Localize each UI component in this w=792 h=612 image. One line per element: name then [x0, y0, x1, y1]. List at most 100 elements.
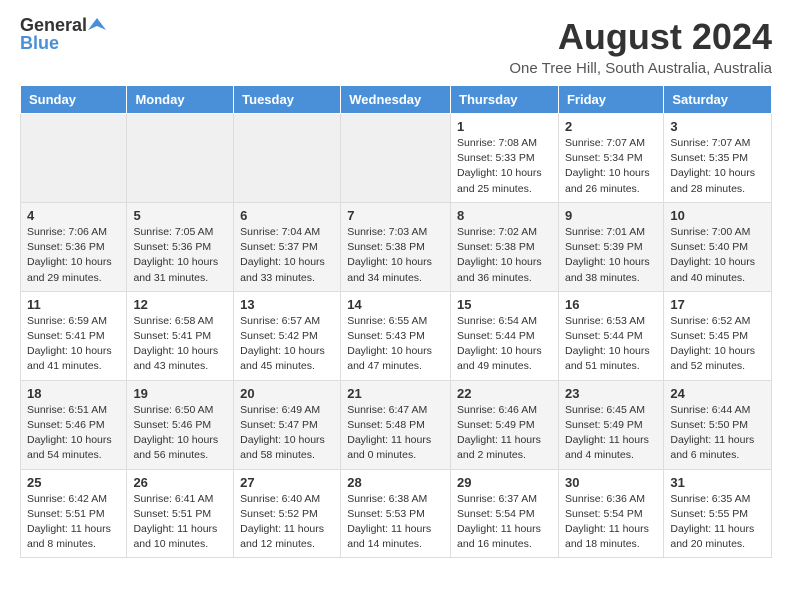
day-detail: Sunrise: 6:47 AMSunset: 5:48 PMDaylight:…: [347, 403, 444, 464]
day-detail: Sunrise: 7:05 AMSunset: 5:36 PMDaylight:…: [133, 225, 227, 286]
table-row: 20 Sunrise: 6:49 AMSunset: 5:47 PMDaylig…: [234, 380, 341, 469]
day-number: 3: [670, 119, 765, 134]
day-number: 9: [565, 208, 657, 223]
calendar-week-row: 4 Sunrise: 7:06 AMSunset: 5:36 PMDayligh…: [21, 202, 772, 291]
location-subtitle: One Tree Hill, South Australia, Australi…: [509, 60, 772, 77]
table-row: 29 Sunrise: 6:37 AMSunset: 5:54 PMDaylig…: [451, 469, 559, 558]
day-detail: Sunrise: 7:01 AMSunset: 5:39 PMDaylight:…: [565, 225, 657, 286]
day-number: 14: [347, 297, 444, 312]
table-row: 26 Sunrise: 6:41 AMSunset: 5:51 PMDaylig…: [127, 469, 234, 558]
day-detail: Sunrise: 7:07 AMSunset: 5:35 PMDaylight:…: [670, 136, 765, 197]
day-number: 7: [347, 208, 444, 223]
logo-bird-icon: [88, 16, 106, 34]
day-detail: Sunrise: 7:04 AMSunset: 5:37 PMDaylight:…: [240, 225, 334, 286]
day-detail: Sunrise: 6:52 AMSunset: 5:45 PMDaylight:…: [670, 314, 765, 375]
day-number: 19: [133, 386, 227, 401]
day-detail: Sunrise: 6:58 AMSunset: 5:41 PMDaylight:…: [133, 314, 227, 375]
col-friday: Friday: [558, 86, 663, 114]
day-detail: Sunrise: 6:36 AMSunset: 5:54 PMDaylight:…: [565, 492, 657, 553]
logo: General Blue: [20, 16, 106, 52]
col-sunday: Sunday: [21, 86, 127, 114]
table-row: 5 Sunrise: 7:05 AMSunset: 5:36 PMDayligh…: [127, 202, 234, 291]
calendar-week-row: 1 Sunrise: 7:08 AMSunset: 5:33 PMDayligh…: [21, 114, 772, 203]
calendar-week-row: 18 Sunrise: 6:51 AMSunset: 5:46 PMDaylig…: [21, 380, 772, 469]
calendar-header-row: Sunday Monday Tuesday Wednesday Thursday…: [21, 86, 772, 114]
day-number: 10: [670, 208, 765, 223]
day-number: 12: [133, 297, 227, 312]
day-detail: Sunrise: 6:54 AMSunset: 5:44 PMDaylight:…: [457, 314, 552, 375]
day-number: 11: [27, 297, 120, 312]
calendar-week-row: 25 Sunrise: 6:42 AMSunset: 5:51 PMDaylig…: [21, 469, 772, 558]
table-row: [341, 114, 451, 203]
table-row: 17 Sunrise: 6:52 AMSunset: 5:45 PMDaylig…: [664, 291, 772, 380]
day-detail: Sunrise: 7:06 AMSunset: 5:36 PMDaylight:…: [27, 225, 120, 286]
day-number: 28: [347, 475, 444, 490]
day-detail: Sunrise: 6:38 AMSunset: 5:53 PMDaylight:…: [347, 492, 444, 553]
day-detail: Sunrise: 6:40 AMSunset: 5:52 PMDaylight:…: [240, 492, 334, 553]
table-row: 18 Sunrise: 6:51 AMSunset: 5:46 PMDaylig…: [21, 380, 127, 469]
day-number: 5: [133, 208, 227, 223]
table-row: 3 Sunrise: 7:07 AMSunset: 5:35 PMDayligh…: [664, 114, 772, 203]
table-row: 1 Sunrise: 7:08 AMSunset: 5:33 PMDayligh…: [451, 114, 559, 203]
day-number: 26: [133, 475, 227, 490]
table-row: 12 Sunrise: 6:58 AMSunset: 5:41 PMDaylig…: [127, 291, 234, 380]
day-number: 27: [240, 475, 334, 490]
table-row: 16 Sunrise: 6:53 AMSunset: 5:44 PMDaylig…: [558, 291, 663, 380]
col-wednesday: Wednesday: [341, 86, 451, 114]
day-number: 23: [565, 386, 657, 401]
title-section: August 2024 One Tree Hill, South Austral…: [509, 16, 772, 77]
table-row: 27 Sunrise: 6:40 AMSunset: 5:52 PMDaylig…: [234, 469, 341, 558]
day-detail: Sunrise: 7:02 AMSunset: 5:38 PMDaylight:…: [457, 225, 552, 286]
month-year-title: August 2024: [509, 16, 772, 58]
table-row: [127, 114, 234, 203]
table-row: 8 Sunrise: 7:02 AMSunset: 5:38 PMDayligh…: [451, 202, 559, 291]
day-number: 25: [27, 475, 120, 490]
day-detail: Sunrise: 6:41 AMSunset: 5:51 PMDaylight:…: [133, 492, 227, 553]
table-row: 24 Sunrise: 6:44 AMSunset: 5:50 PMDaylig…: [664, 380, 772, 469]
day-detail: Sunrise: 7:08 AMSunset: 5:33 PMDaylight:…: [457, 136, 552, 197]
day-detail: Sunrise: 6:37 AMSunset: 5:54 PMDaylight:…: [457, 492, 552, 553]
table-row: 14 Sunrise: 6:55 AMSunset: 5:43 PMDaylig…: [341, 291, 451, 380]
day-detail: Sunrise: 6:42 AMSunset: 5:51 PMDaylight:…: [27, 492, 120, 553]
day-number: 20: [240, 386, 334, 401]
calendar-week-row: 11 Sunrise: 6:59 AMSunset: 5:41 PMDaylig…: [21, 291, 772, 380]
col-monday: Monday: [127, 86, 234, 114]
day-detail: Sunrise: 6:55 AMSunset: 5:43 PMDaylight:…: [347, 314, 444, 375]
day-number: 13: [240, 297, 334, 312]
day-detail: Sunrise: 6:45 AMSunset: 5:49 PMDaylight:…: [565, 403, 657, 464]
day-number: 2: [565, 119, 657, 134]
table-row: 31 Sunrise: 6:35 AMSunset: 5:55 PMDaylig…: [664, 469, 772, 558]
table-row: 21 Sunrise: 6:47 AMSunset: 5:48 PMDaylig…: [341, 380, 451, 469]
page-header: General Blue August 2024 One Tree Hill, …: [20, 16, 772, 77]
day-detail: Sunrise: 6:35 AMSunset: 5:55 PMDaylight:…: [670, 492, 765, 553]
logo-blue-text: Blue: [20, 34, 106, 52]
day-number: 15: [457, 297, 552, 312]
table-row: 30 Sunrise: 6:36 AMSunset: 5:54 PMDaylig…: [558, 469, 663, 558]
day-detail: Sunrise: 6:46 AMSunset: 5:49 PMDaylight:…: [457, 403, 552, 464]
day-detail: Sunrise: 6:49 AMSunset: 5:47 PMDaylight:…: [240, 403, 334, 464]
table-row: 28 Sunrise: 6:38 AMSunset: 5:53 PMDaylig…: [341, 469, 451, 558]
calendar-table: Sunday Monday Tuesday Wednesday Thursday…: [20, 85, 772, 558]
day-detail: Sunrise: 6:50 AMSunset: 5:46 PMDaylight:…: [133, 403, 227, 464]
day-detail: Sunrise: 7:03 AMSunset: 5:38 PMDaylight:…: [347, 225, 444, 286]
day-number: 4: [27, 208, 120, 223]
col-thursday: Thursday: [451, 86, 559, 114]
table-row: 15 Sunrise: 6:54 AMSunset: 5:44 PMDaylig…: [451, 291, 559, 380]
col-saturday: Saturday: [664, 86, 772, 114]
table-row: 6 Sunrise: 7:04 AMSunset: 5:37 PMDayligh…: [234, 202, 341, 291]
table-row: 19 Sunrise: 6:50 AMSunset: 5:46 PMDaylig…: [127, 380, 234, 469]
day-number: 8: [457, 208, 552, 223]
day-number: 6: [240, 208, 334, 223]
day-detail: Sunrise: 7:00 AMSunset: 5:40 PMDaylight:…: [670, 225, 765, 286]
day-detail: Sunrise: 6:59 AMSunset: 5:41 PMDaylight:…: [27, 314, 120, 375]
table-row: 11 Sunrise: 6:59 AMSunset: 5:41 PMDaylig…: [21, 291, 127, 380]
day-number: 18: [27, 386, 120, 401]
table-row: [234, 114, 341, 203]
table-row: 4 Sunrise: 7:06 AMSunset: 5:36 PMDayligh…: [21, 202, 127, 291]
day-number: 21: [347, 386, 444, 401]
day-number: 22: [457, 386, 552, 401]
table-row: 10 Sunrise: 7:00 AMSunset: 5:40 PMDaylig…: [664, 202, 772, 291]
day-number: 29: [457, 475, 552, 490]
table-row: 22 Sunrise: 6:46 AMSunset: 5:49 PMDaylig…: [451, 380, 559, 469]
day-number: 24: [670, 386, 765, 401]
